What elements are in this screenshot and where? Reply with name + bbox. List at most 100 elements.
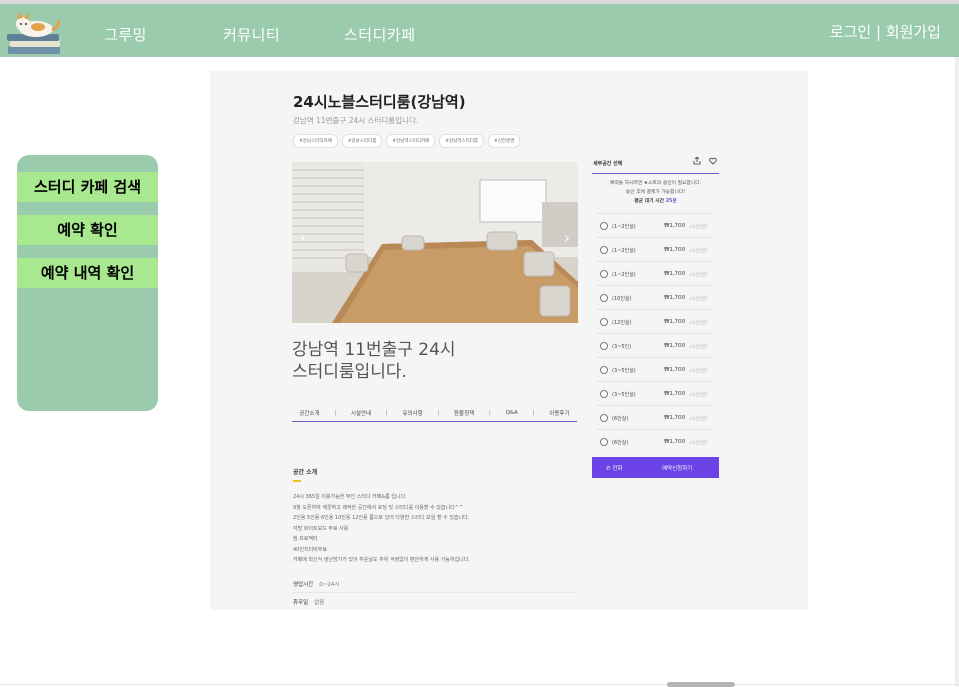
room-option-unit: /시간(인) [690, 368, 708, 374]
nav-study-cafe[interactable]: 스터디카페 [344, 24, 416, 45]
booking-heading: 세부공간 선택 [593, 161, 623, 167]
call-button[interactable]: ✆ 전화 [606, 464, 622, 472]
option-divider [596, 405, 713, 406]
radio-button[interactable] [600, 390, 608, 398]
sidebar-item-reservation-history[interactable]: 예약 내역 확인 [17, 258, 158, 288]
horizontal-scrollbar[interactable] [667, 682, 735, 687]
tag-chip[interactable]: #강남스터디카페 [293, 134, 338, 148]
room-option[interactable]: (6인실) ₩1,700/시간(인) [600, 437, 713, 449]
radio-button[interactable] [600, 438, 608, 446]
tab-reviews[interactable]: 이용후기 [549, 409, 569, 417]
option-divider [596, 309, 713, 310]
tab-qna[interactable]: Q&A [506, 410, 518, 416]
carousel-next-icon[interactable]: › [564, 228, 570, 247]
room-option-price: ₩1,700 [664, 319, 686, 325]
cafe-subtitle: 강남역 11번출구 24시 스터디룸입니다. [293, 116, 419, 125]
room-option[interactable]: (6인실) ₩1,700/시간(인) [600, 413, 713, 425]
radio-button[interactable] [600, 342, 608, 350]
room-option[interactable]: (10인실) ₩1,700/시간(인) [600, 293, 713, 305]
room-option-price: ₩1,700 [664, 223, 686, 229]
room-option-label: (3~5인실) [612, 368, 636, 374]
room-option[interactable]: (1~2인실) ₩1,700/시간(인) [600, 245, 713, 257]
room-option-unit: /시간(인) [690, 224, 708, 230]
nav-grooming[interactable]: 그루밍 [104, 24, 147, 45]
holiday-value: 없음 [314, 600, 325, 606]
sidebar-item-check-reservation[interactable]: 예약 확인 [17, 215, 158, 245]
radio-button[interactable] [600, 246, 608, 254]
room-option-unit: /시간(인) [690, 344, 708, 350]
info-line: 승인 후에 결제가 가능합니다! [625, 190, 686, 195]
info-line: 예약을 하시려면 ★스트의 승인이 필요합니다. [609, 181, 702, 186]
option-divider [596, 237, 713, 238]
room-option-unit: /시간(인) [690, 416, 708, 422]
room-option-label: (1~2인실) [612, 272, 636, 278]
intro-line: 각방 화이트보드 무료 사용 [293, 525, 349, 532]
tag-chip[interactable]: #강남역스터디룸 [439, 134, 485, 148]
logo-cat-books-icon[interactable] [6, 10, 64, 56]
book-request-button[interactable]: 예약신청하기 [662, 464, 692, 472]
radio-button[interactable] [600, 366, 608, 374]
hours-label: 영업시간 [293, 582, 314, 588]
room-option-unit: /시간(인) [690, 248, 708, 254]
room-option-label: (1~2인실) [612, 224, 636, 230]
bottom-divider [0, 684, 959, 685]
tab-refund-policy[interactable]: 환불정책 [454, 409, 474, 417]
radio-button[interactable] [600, 414, 608, 422]
radio-button[interactable] [600, 318, 608, 326]
window-edge [955, 57, 959, 687]
business-hours: 영업시간 0~24시 [293, 580, 339, 588]
option-divider [596, 213, 713, 214]
room-option-unit: /시간(인) [690, 440, 708, 446]
tag-chip[interactable]: #강남역스터디카페 [386, 134, 436, 148]
section-title: 공간 소개 [293, 469, 318, 476]
tab-space-intro[interactable]: 공간소개 [299, 409, 319, 417]
nav-community[interactable]: 커뮤니티 [223, 24, 280, 45]
room-option-price: ₩1,700 [664, 343, 686, 349]
room-option-label: (6인실) [612, 440, 629, 446]
divider [293, 592, 578, 593]
tab-facilities[interactable]: 시설안내 [351, 409, 371, 417]
room-option-label: (1~2인실) [612, 248, 636, 254]
room-option-price: ₩1,700 [664, 367, 686, 373]
room-option-label: (10인실) [612, 296, 632, 302]
tag-chip[interactable]: #강남스터디룸 [341, 134, 383, 148]
login-signup-link[interactable]: 로그인 | 회원가입 [830, 21, 941, 42]
section-underline [293, 480, 301, 482]
tab-divider: | [334, 409, 337, 417]
holiday-label: 휴무일 [293, 600, 309, 606]
carousel-prev-icon[interactable]: ‹ [300, 228, 306, 247]
radio-button[interactable] [600, 270, 608, 278]
booking-panel: 세부공간 선택 예약을 하시려면 ★스트의 승인이 필요합니다. 승인 후에 결… [592, 155, 719, 478]
share-icon[interactable] [693, 156, 701, 167]
room-option-label: (3~5인실) [612, 392, 636, 398]
wait-label: 평균 대기 시간 [634, 199, 665, 204]
room-option[interactable]: (12인실) ₩1,700/시간(인) [600, 317, 713, 329]
room-option-price: ₩1,700 [664, 439, 686, 445]
wait-value: 25분 [665, 199, 677, 204]
room-option-price: ₩1,700 [664, 247, 686, 253]
room-option[interactable]: (3~5인) ₩1,700/시간(인) [600, 341, 713, 353]
room-option[interactable]: (1~2인실) ₩1,700/시간(인) [600, 269, 713, 281]
room-option-price: ₩1,700 [664, 415, 686, 421]
radio-button[interactable] [600, 222, 608, 230]
room-option-unit: /시간(인) [690, 272, 708, 278]
radio-button[interactable] [600, 294, 608, 302]
description-line: 스터디룸입니다. [292, 362, 407, 382]
room-option-unit: /시간(인) [690, 320, 708, 326]
room-option-label: (3~5인) [612, 344, 632, 350]
room-option[interactable]: (1~2인실) ₩1,700/시간(인) [600, 221, 713, 233]
sidebar-item-search-cafe[interactable]: 스터디 카페 검색 [17, 172, 158, 202]
tag-list: #강남스터디카페 #강남스터디룸 #강남역스터디카페 #강남역스터디룸 #신전엔… [293, 134, 521, 148]
tag-chip[interactable]: #신전엔엔 [488, 134, 521, 148]
option-divider [596, 261, 713, 262]
intro-line: 40인치티비무료 [293, 546, 327, 553]
intro-line: 빔 프로젝터 [293, 536, 318, 542]
room-option[interactable]: (3~5인실) ₩1,700/시간(인) [600, 365, 713, 377]
tab-notices[interactable]: 유의사항 [402, 409, 422, 417]
call-button-label: 전화 [612, 466, 623, 472]
heart-icon[interactable] [709, 157, 717, 167]
description-line: 강남역 11번출구 24시 [292, 340, 456, 360]
room-option-label: (12인실) [612, 320, 632, 326]
room-option[interactable]: (3~5인실) ₩1,700/시간(인) [600, 389, 713, 401]
booking-info: 예약을 하시려면 ★스트의 승인이 필요합니다. 승인 후에 결제가 가능합니다… [592, 179, 719, 206]
